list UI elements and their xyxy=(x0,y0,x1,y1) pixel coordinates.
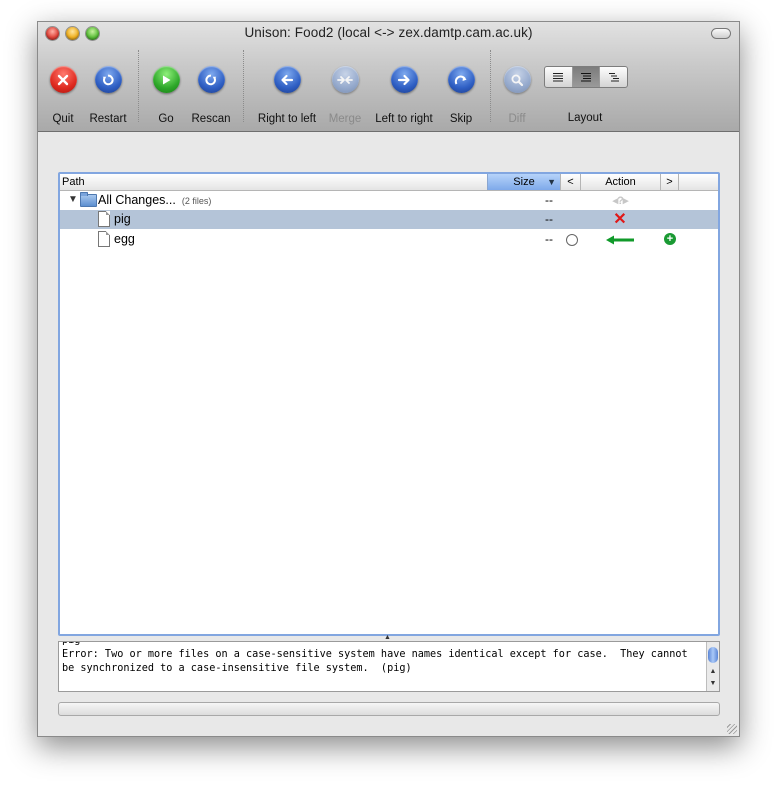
column-left[interactable]: < xyxy=(560,174,580,190)
restart-label: Restart xyxy=(89,113,127,125)
rescan-button[interactable]: Rescan xyxy=(181,66,241,125)
rescan-label: Rescan xyxy=(191,113,231,125)
skip-icon xyxy=(447,66,475,93)
title-toolbar: Unison: Food2 (local <-> zex.damtp.cam.a… xyxy=(38,22,739,132)
layout-tree-option[interactable] xyxy=(600,67,627,87)
unchanged-circle-icon xyxy=(566,234,578,246)
diff-label: Diff xyxy=(508,113,526,125)
merge-button[interactable]: Merge xyxy=(315,66,375,125)
arrow-right-icon xyxy=(390,66,418,93)
play-icon xyxy=(152,66,180,93)
action-cell[interactable]: ✕ xyxy=(600,210,640,229)
folder-icon xyxy=(80,192,97,207)
green-left-arrow-icon xyxy=(606,235,634,244)
merge-icon xyxy=(331,66,359,93)
skip-label: Skip xyxy=(449,113,473,125)
table-row-egg[interactable]: egg -- + xyxy=(60,230,718,249)
right-to-left-label: Right to left xyxy=(257,113,317,125)
restart-button[interactable]: Restart xyxy=(78,66,138,125)
magnifier-icon xyxy=(503,66,531,93)
column-right[interactable]: > xyxy=(660,174,679,190)
layout-segmented-control xyxy=(544,66,628,88)
table-row-all-changes[interactable]: ▼ All Changes... (2 files) -- ◂?▸ xyxy=(60,191,718,210)
list-lines-icon xyxy=(553,73,564,82)
diff-button[interactable]: Diff xyxy=(487,66,547,125)
changes-table[interactable]: Path Size ▼ < Action > ▼ All Changes... (… xyxy=(58,172,720,636)
file-icon xyxy=(98,231,110,247)
file-count-note: (2 files) xyxy=(181,196,212,206)
restart-icon xyxy=(94,66,122,93)
layout-label: Layout xyxy=(567,112,603,124)
split-view-handle[interactable]: ▲ xyxy=(384,634,391,641)
layout-list-option[interactable] xyxy=(545,67,573,87)
disclosure-triangle-icon[interactable]: ▼ xyxy=(68,194,78,205)
right-to-left-button[interactable]: Right to left xyxy=(257,66,317,125)
skip-button[interactable]: Skip xyxy=(431,66,491,125)
column-size[interactable]: Size ▼ xyxy=(487,174,560,190)
outline-lines-icon xyxy=(581,73,591,82)
rescan-icon xyxy=(197,66,225,93)
arrow-left-icon xyxy=(273,66,301,93)
column-size-label: Size xyxy=(513,176,535,188)
conflict-x-icon: ✕ xyxy=(613,210,627,228)
resize-grip-icon[interactable] xyxy=(727,724,737,734)
new-file-plus-icon: + xyxy=(664,233,676,245)
left-to-right-button[interactable]: Left to right xyxy=(374,66,434,125)
tree-lines-icon xyxy=(608,73,619,82)
row-name: pig xyxy=(114,212,131,226)
column-path[interactable]: Path xyxy=(62,174,85,190)
left-to-right-label: Left to right xyxy=(375,113,433,125)
details-text: pig Error: Two or more files on a case-s… xyxy=(62,642,688,674)
layout-outline-option[interactable] xyxy=(572,67,601,87)
merge-label: Merge xyxy=(328,113,362,125)
action-cell[interactable]: ◂?▸ xyxy=(600,191,640,210)
size-cell: -- xyxy=(545,232,553,246)
scroll-down-icon[interactable]: ▼ xyxy=(707,680,719,687)
toolbar-toggle-button[interactable] xyxy=(711,28,731,39)
toolbar-separator xyxy=(243,50,244,122)
table-header: Path Size ▼ < Action > xyxy=(60,174,718,191)
row-name: egg xyxy=(114,232,135,246)
details-text-view[interactable]: pig Error: Two or more files on a case-s… xyxy=(58,641,720,692)
size-cell: -- xyxy=(545,212,553,226)
progress-bar xyxy=(58,702,720,716)
size-cell: -- xyxy=(545,193,553,207)
x-icon xyxy=(49,66,77,93)
sort-descending-icon: ▼ xyxy=(547,177,556,187)
scroll-thumb[interactable] xyxy=(708,647,718,663)
unknown-direction-icon: ◂?▸ xyxy=(612,195,629,207)
row-label: All Changes... (2 files) xyxy=(98,193,211,207)
window-title: Unison: Food2 (local <-> zex.damtp.cam.a… xyxy=(244,25,533,40)
scroll-up-icon[interactable]: ▲ xyxy=(707,668,719,675)
column-action[interactable]: Action xyxy=(580,174,660,190)
row-name: All Changes... xyxy=(98,193,176,207)
unison-window: Unison: Food2 (local <-> zex.damtp.cam.a… xyxy=(37,21,740,737)
table-row-pig[interactable]: pig -- ✕ xyxy=(60,210,718,229)
action-cell[interactable] xyxy=(600,230,640,249)
details-scrollbar[interactable]: ▲ ▼ xyxy=(706,642,719,691)
file-icon xyxy=(98,211,110,227)
